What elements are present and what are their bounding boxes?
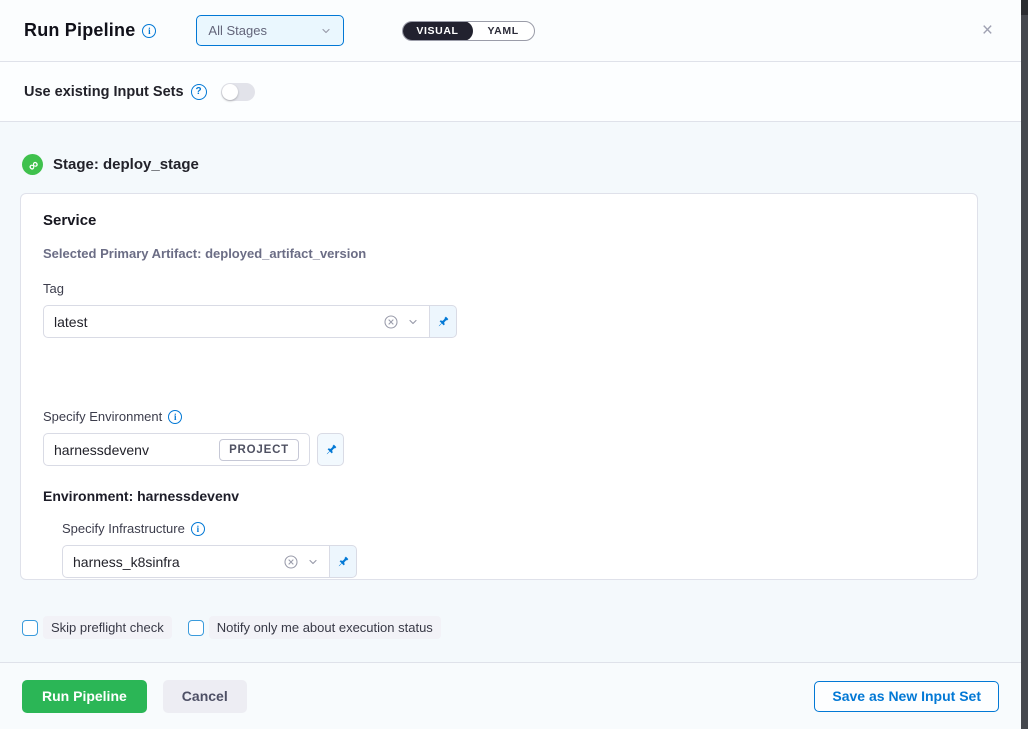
run-pipeline-dialog: Run Pipeline i All Stages VISUAL YAML × … xyxy=(0,0,1021,729)
view-mode-toggle: VISUAL YAML xyxy=(402,21,534,41)
dialog-body: ∞ Stage: deploy_stage Service Selected P… xyxy=(0,122,1021,662)
chevron-down-icon xyxy=(320,25,332,37)
tab-visual[interactable]: VISUAL xyxy=(402,21,472,41)
notify-me-label: Notify only me about execution status xyxy=(209,616,441,639)
cancel-button[interactable]: Cancel xyxy=(163,680,247,713)
stage-selector-value: All Stages xyxy=(208,23,267,38)
infrastructure-info-icon[interactable]: i xyxy=(191,522,205,536)
tag-input[interactable] xyxy=(54,314,375,330)
skip-preflight-checkbox[interactable]: Skip preflight check xyxy=(22,616,172,639)
input-sets-toggle[interactable] xyxy=(221,83,255,101)
execution-options-row: Skip preflight check Notify only me abou… xyxy=(0,580,1021,639)
run-pipeline-button[interactable]: Run Pipeline xyxy=(22,680,147,713)
environment-input-box: PROJECT xyxy=(43,433,310,466)
infrastructure-field-group xyxy=(62,545,955,578)
notify-me-checkbox[interactable]: Notify only me about execution status xyxy=(188,616,441,639)
infrastructure-input-box xyxy=(62,545,330,578)
clear-icon[interactable] xyxy=(383,314,399,330)
dialog-header: Run Pipeline i All Stages VISUAL YAML × xyxy=(0,0,1021,62)
pin-input-icon-button[interactable] xyxy=(330,545,357,578)
service-card-title: Service xyxy=(43,212,955,229)
input-sets-label: Use existing Input Sets xyxy=(24,84,184,100)
tag-input-box xyxy=(43,305,430,338)
tab-yaml[interactable]: YAML xyxy=(473,25,534,37)
pin-input-icon-button[interactable] xyxy=(430,305,457,338)
clear-icon[interactable] xyxy=(283,554,299,570)
chevron-down-icon[interactable] xyxy=(307,556,319,568)
cd-stage-icon: ∞ xyxy=(22,154,43,175)
help-icon[interactable]: ? xyxy=(191,84,207,100)
primary-artifact-label: Selected Primary Artifact: deployed_arti… xyxy=(43,246,955,261)
infrastructure-input[interactable] xyxy=(73,554,275,570)
pin-input-icon-button[interactable] xyxy=(317,433,344,466)
skip-preflight-label: Skip preflight check xyxy=(43,616,172,639)
checkbox-icon[interactable] xyxy=(188,620,204,636)
tag-field-group xyxy=(43,305,955,338)
environment-field-group: PROJECT xyxy=(43,433,955,466)
dialog-footer: Run Pipeline Cancel Save as New Input Se… xyxy=(0,662,1021,729)
background-page-edge xyxy=(1021,0,1028,729)
stage-selector-dropdown[interactable]: All Stages xyxy=(196,15,344,46)
page-title: Run Pipeline xyxy=(24,20,135,41)
pipeline-info-icon[interactable]: i xyxy=(142,24,156,38)
save-as-new-input-set-button[interactable]: Save as New Input Set xyxy=(814,681,999,712)
service-card: Service Selected Primary Artifact: deplo… xyxy=(20,193,978,580)
environment-label: Specify Environment xyxy=(43,409,162,424)
environment-input[interactable] xyxy=(54,442,211,458)
tag-label: Tag xyxy=(43,281,955,296)
environment-label-row: Specify Environment i xyxy=(43,409,955,424)
environment-info-icon[interactable]: i xyxy=(168,410,182,424)
input-sets-row: Use existing Input Sets ? xyxy=(0,62,1021,122)
project-scope-badge: PROJECT xyxy=(219,439,299,461)
environment-heading: Environment: harnessdevenv xyxy=(43,488,955,504)
toggle-knob xyxy=(222,84,238,100)
close-icon[interactable]: × xyxy=(978,19,997,42)
stage-name-label: Stage: deploy_stage xyxy=(53,156,199,173)
stage-row: ∞ Stage: deploy_stage xyxy=(0,122,1021,193)
chevron-down-icon[interactable] xyxy=(407,316,419,328)
infrastructure-label-row: Specify Infrastructure i xyxy=(62,521,955,536)
background-page-edge-top xyxy=(1021,0,1028,15)
checkbox-icon[interactable] xyxy=(22,620,38,636)
infrastructure-label: Specify Infrastructure xyxy=(62,521,185,536)
